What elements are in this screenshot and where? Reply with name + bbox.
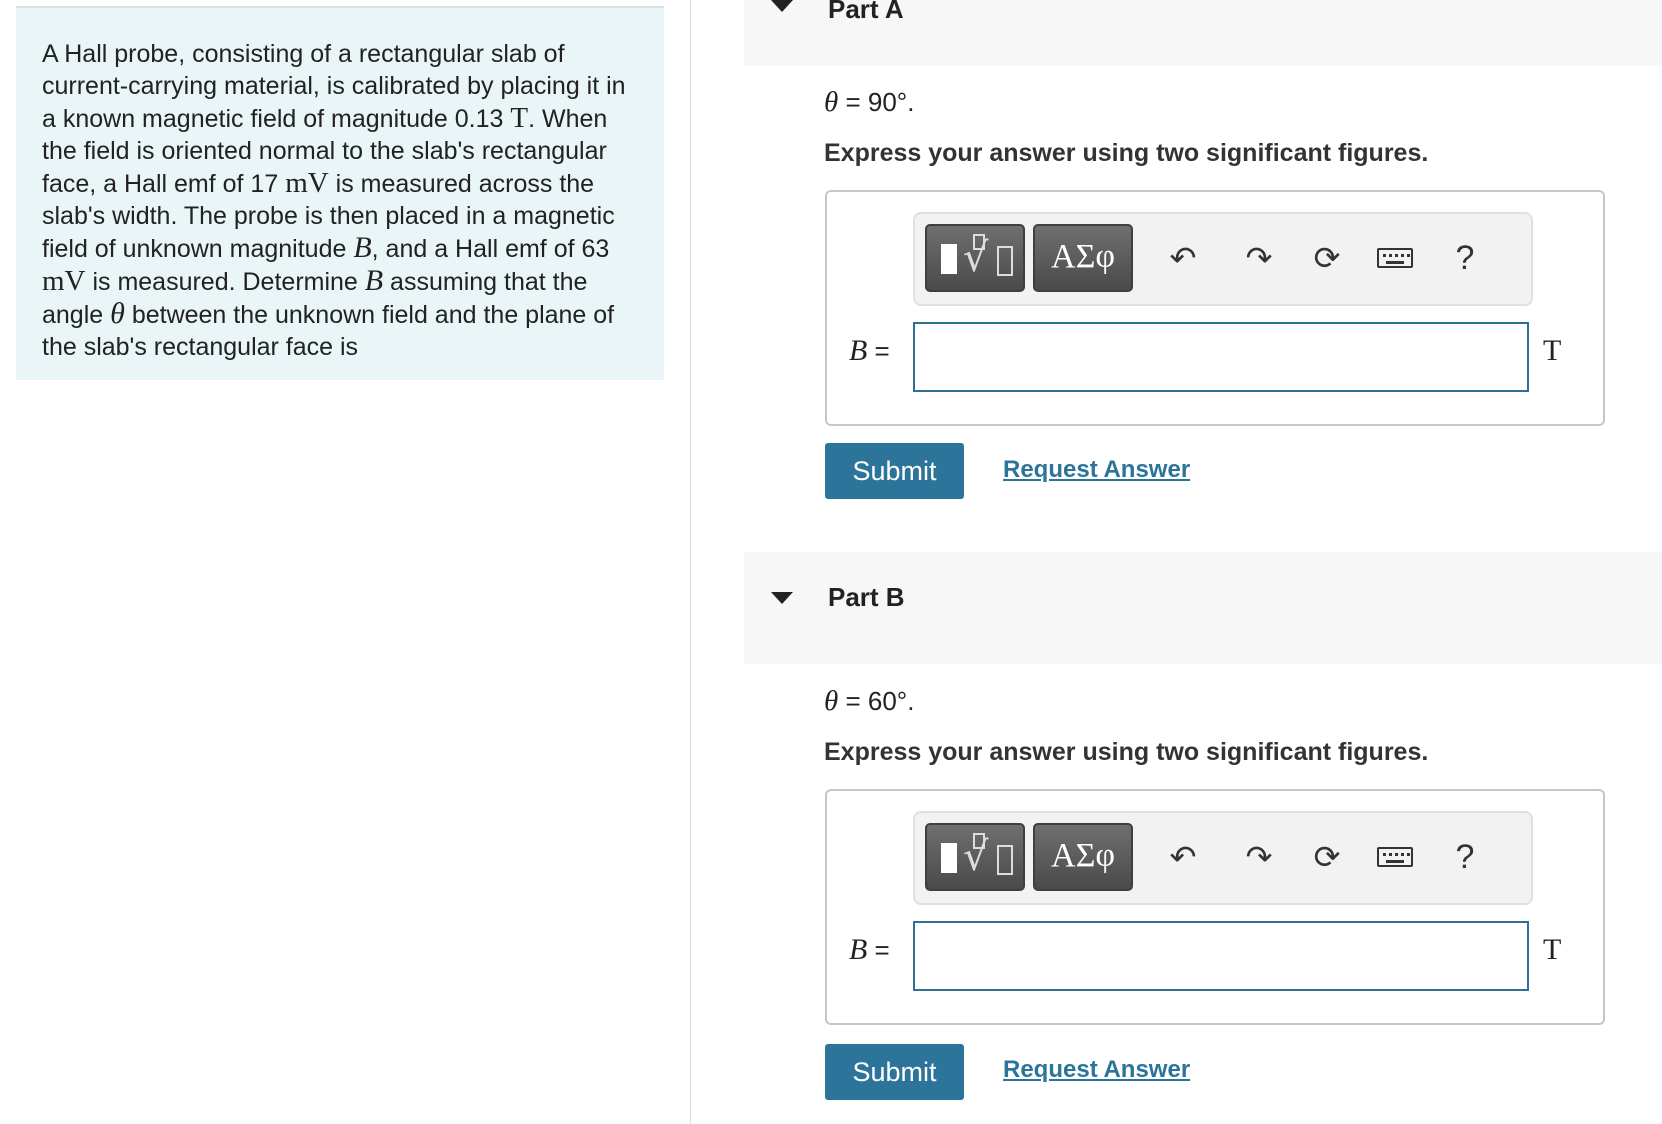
answer-input[interactable] bbox=[913, 921, 1529, 991]
keyboard-icon[interactable] bbox=[1373, 236, 1417, 280]
templates-box-icon bbox=[997, 845, 1013, 875]
templates-block-icon bbox=[941, 843, 957, 873]
problem-text: A Hall probe, consisting of a rectangula… bbox=[42, 38, 642, 363]
redo-icon[interactable]: ↷ bbox=[1237, 835, 1281, 879]
collapse-caret-icon[interactable] bbox=[771, 592, 793, 604]
symbols-button[interactable]: ΑΣφ bbox=[1033, 823, 1133, 891]
problem-statement: A Hall probe, consisting of a rectangula… bbox=[16, 6, 664, 380]
help-button[interactable]: ? bbox=[1443, 835, 1487, 879]
theta-value: = 60°. bbox=[838, 686, 915, 716]
variable-b: B bbox=[364, 264, 384, 297]
reset-icon[interactable]: ⟳ bbox=[1305, 835, 1349, 879]
theta-value: = 90°. bbox=[838, 87, 915, 117]
problem-text-segment: between the unknown field and the plane … bbox=[42, 301, 615, 361]
variable-b: B bbox=[353, 231, 372, 264]
submit-button[interactable]: Submit bbox=[825, 443, 964, 499]
math-toolbar: √ ΑΣφ ↶ ↷ ⟳ ? bbox=[913, 212, 1533, 306]
templates-box-icon bbox=[997, 246, 1013, 276]
variable-theta: θ bbox=[824, 86, 839, 118]
part-a-condition: θ = 90°. bbox=[824, 86, 914, 119]
templates-block-icon bbox=[941, 244, 957, 274]
problem-text-segment: , and a Hall emf of 63 bbox=[371, 235, 610, 263]
part-a-title: Part A bbox=[828, 0, 904, 24]
math-toolbar: √ ΑΣφ ↶ ↷ ⟳ ? bbox=[913, 811, 1533, 905]
unit-millivolt: mV bbox=[42, 265, 86, 297]
collapse-caret-icon[interactable] bbox=[771, 0, 793, 12]
help-button[interactable]: ? bbox=[1443, 236, 1487, 280]
equals-sign: = bbox=[867, 935, 890, 965]
undo-icon[interactable]: ↶ bbox=[1161, 835, 1205, 879]
panel-divider bbox=[690, 0, 691, 1124]
variable-theta: θ bbox=[110, 297, 125, 330]
templates-button[interactable]: √ bbox=[925, 823, 1025, 891]
reset-icon[interactable]: ⟳ bbox=[1305, 236, 1349, 280]
unit-millivolt: mV bbox=[285, 167, 329, 199]
answer-unit: T bbox=[1543, 933, 1562, 966]
answer-label: B = bbox=[849, 334, 890, 368]
templates-radical-icon: √ bbox=[963, 235, 989, 281]
request-answer-link[interactable]: Request Answer bbox=[1003, 456, 1190, 484]
undo-icon[interactable]: ↶ bbox=[1161, 236, 1205, 280]
keyboard-icon[interactable] bbox=[1373, 835, 1417, 879]
part-b-instruction: Express your answer using two significan… bbox=[824, 738, 1429, 766]
answer-unit: T bbox=[1543, 334, 1562, 367]
templates-button[interactable]: √ bbox=[925, 224, 1025, 292]
part-b-answer-box: √ ΑΣφ ↶ ↷ ⟳ ? B = T bbox=[825, 789, 1605, 1025]
problem-text-segment: is measured. Determine bbox=[85, 268, 365, 296]
redo-icon[interactable]: ↷ bbox=[1237, 236, 1281, 280]
symbols-button[interactable]: ΑΣφ bbox=[1033, 224, 1133, 292]
templates-radical-icon: √ bbox=[963, 834, 989, 880]
variable-b: B bbox=[849, 933, 868, 966]
part-a-instruction: Express your answer using two significan… bbox=[824, 139, 1429, 167]
part-b-header[interactable]: Part B bbox=[744, 552, 1662, 664]
part-b-condition: θ = 60°. bbox=[824, 685, 914, 718]
unit-tesla: T bbox=[510, 102, 529, 134]
submit-button[interactable]: Submit bbox=[825, 1044, 964, 1100]
part-b-title: Part B bbox=[828, 582, 905, 612]
part-a-answer-box: √ ΑΣφ ↶ ↷ ⟳ ? B = T bbox=[825, 190, 1605, 426]
equals-sign: = bbox=[867, 336, 890, 366]
part-a-header[interactable]: Part A bbox=[744, 0, 1662, 66]
request-answer-link[interactable]: Request Answer bbox=[1003, 1056, 1190, 1084]
variable-b: B bbox=[849, 334, 868, 367]
variable-theta: θ bbox=[824, 685, 839, 717]
answer-label: B = bbox=[849, 933, 890, 967]
answer-input[interactable] bbox=[913, 322, 1529, 392]
